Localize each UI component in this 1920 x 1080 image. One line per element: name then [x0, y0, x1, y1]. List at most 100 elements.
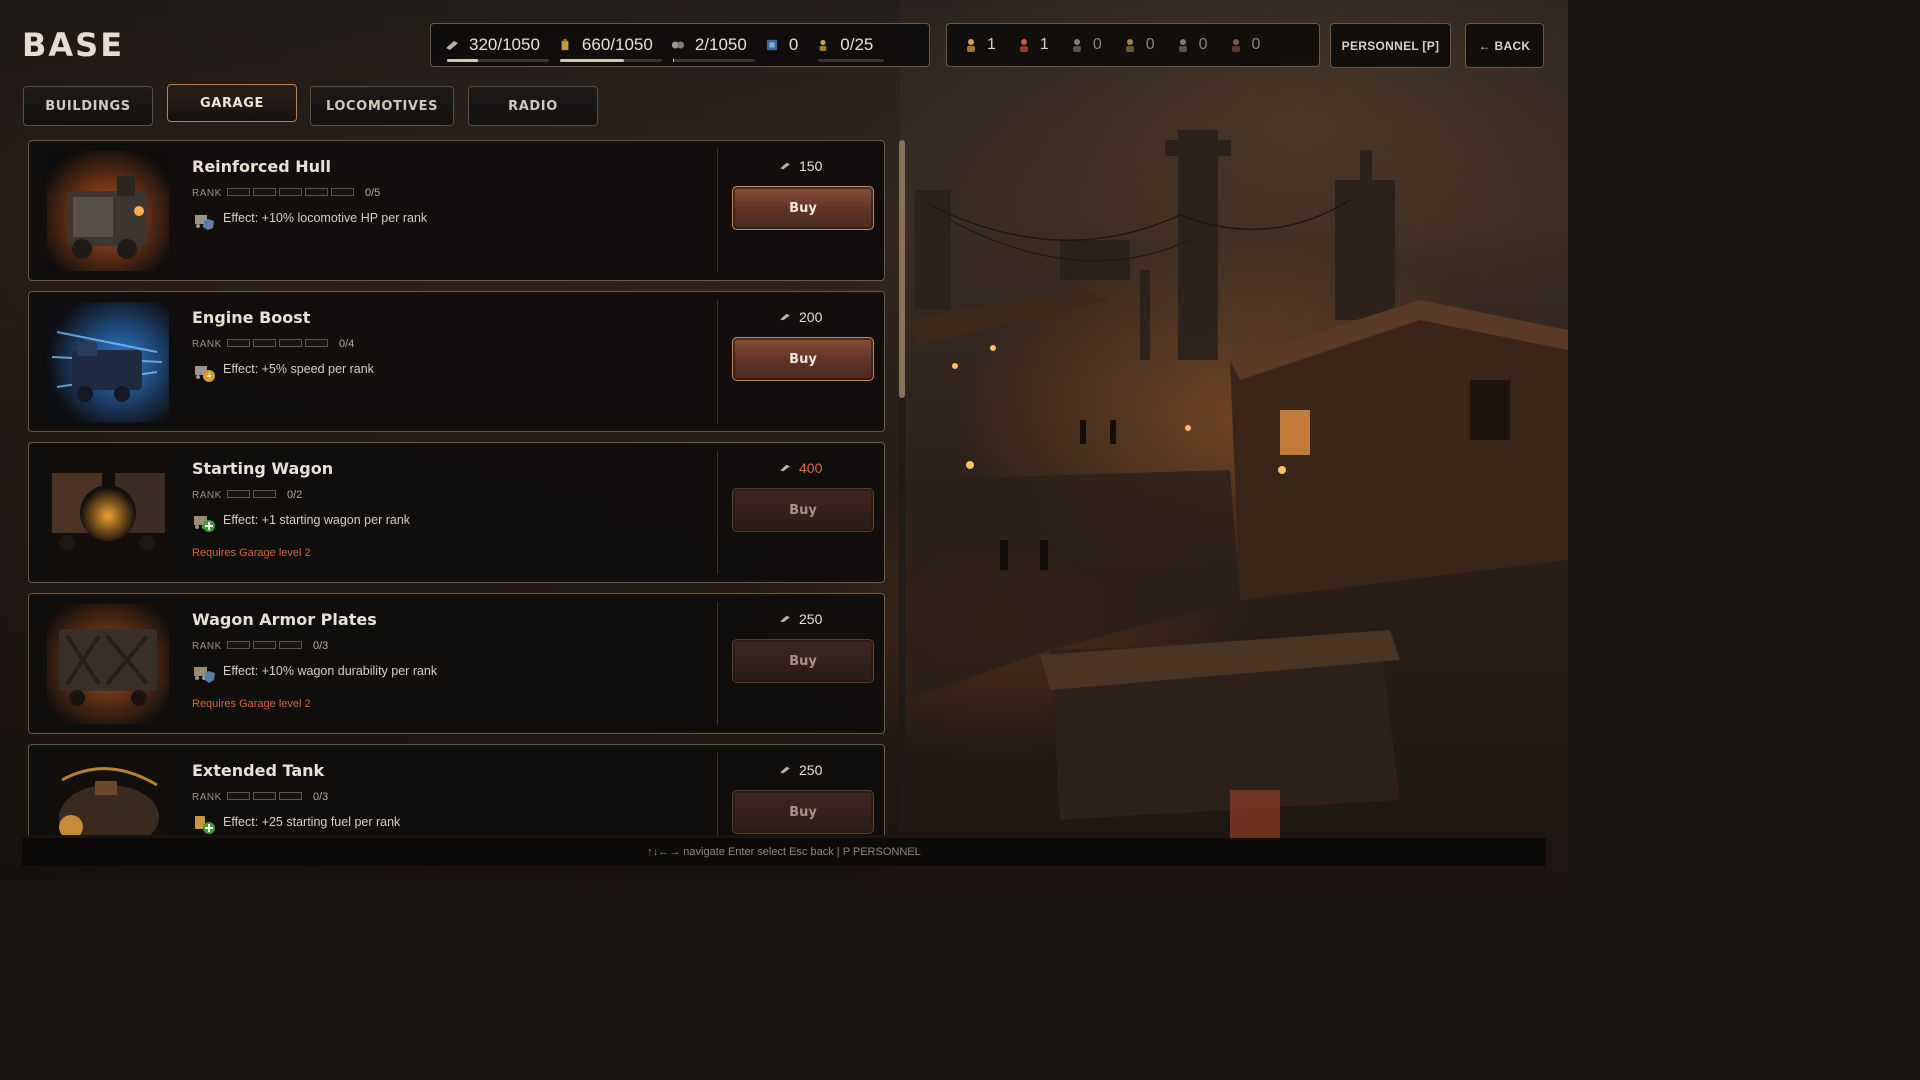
crew-mechanic[interactable]: 0	[1230, 36, 1261, 54]
upgrade-card-wagon-armor-plates[interactable]: Wagon Armor Plates RANK 0/3 Effect: +10%…	[28, 593, 885, 734]
crystal-icon	[766, 39, 777, 51]
crew-medic[interactable]: 1	[1018, 36, 1049, 54]
resource-population: 0/25	[816, 24, 885, 66]
upgrade-card-engine-boost[interactable]: Engine Boost RANK 0/4 Effect: +5% speed …	[28, 291, 885, 432]
resource-population-value: 0/25	[840, 35, 874, 54]
scrap-icon	[446, 41, 458, 50]
crew-worker[interactable]: 1	[965, 36, 996, 54]
upgrade-requirement: Requires Garage level 2	[192, 547, 311, 559]
tab-radio[interactable]: RADIO	[468, 86, 598, 126]
crew-medic-count: 1	[1039, 36, 1049, 53]
rank-value: 0/3	[313, 791, 329, 803]
card-divider	[717, 451, 718, 574]
tab-garage[interactable]: GARAGE	[167, 84, 297, 122]
buy-button[interactable]: Buy	[732, 337, 874, 381]
crew-mechanic-count: 0	[1251, 36, 1261, 53]
crew-mechanic-icon	[1231, 39, 1240, 52]
resource-parts: 2/1050	[671, 24, 755, 66]
card-divider	[717, 602, 718, 725]
buy-button[interactable]: Buy	[732, 186, 874, 230]
rank-value: 0/2	[287, 489, 303, 501]
rank-pip	[253, 339, 276, 347]
resource-bar: 320/1050 660/1050 2/1050 0 0/25	[430, 23, 930, 67]
rank-pip	[305, 339, 328, 347]
scrap-icon	[780, 766, 790, 774]
price-value: 250	[799, 762, 823, 778]
tab-buildings[interactable]: BUILDINGS	[23, 86, 153, 126]
parts-icon	[671, 41, 684, 49]
crew-scout-count: 0	[1198, 36, 1208, 53]
tab-locomotives[interactable]: LOCOMOTIVES	[310, 86, 454, 126]
locomotive-bolt-icon	[195, 366, 215, 382]
locomotive-shield-icon	[195, 215, 214, 230]
personnel-button[interactable]: PERSONNEL [P]	[1330, 23, 1451, 68]
scrap-icon	[780, 313, 790, 321]
buy-button[interactable]: Buy	[732, 639, 874, 683]
upgrade-effect: Effect: +10% locomotive HP per rank	[223, 211, 428, 225]
crew-engineer-count: 0	[1145, 36, 1155, 53]
back-button[interactable]: ← BACK	[1465, 23, 1544, 68]
rank-pips	[227, 339, 331, 347]
upgrade-price: 250	[779, 611, 822, 627]
population-icon	[819, 39, 827, 51]
scrap-icon	[780, 615, 790, 623]
crew-worker-count: 1	[987, 36, 996, 53]
crew-scout[interactable]: 0	[1177, 36, 1208, 54]
upgrade-effect: Effect: +10% wagon durability per rank	[223, 664, 438, 678]
scrap-icon	[780, 464, 790, 472]
upgrade-price: 400	[779, 460, 822, 476]
upgrade-effect: Effect: +25 starting fuel per rank	[223, 815, 401, 829]
scrollbar-thumb[interactable]	[899, 140, 905, 398]
rank-pip	[227, 188, 250, 196]
rank-value: 0/4	[339, 338, 355, 350]
fuel-tank-image	[47, 755, 169, 835]
wagon-shield-icon	[194, 667, 215, 683]
upgrade-name: Extended Tank	[192, 761, 325, 780]
rank-label: RANK	[192, 188, 222, 199]
resource-fuel: 660/1050	[558, 24, 662, 66]
rank-pips	[227, 490, 279, 498]
page-title: BASE	[22, 26, 125, 64]
rank-pip	[253, 188, 276, 196]
buy-button[interactable]: Buy	[732, 790, 874, 834]
price-value: 150	[799, 158, 823, 174]
list-scrollbar[interactable]	[899, 140, 905, 833]
blue-speed-locomotive-image	[47, 302, 169, 422]
crew-engineer[interactable]: 0	[1124, 36, 1155, 54]
crew-scout-icon	[1178, 39, 1187, 52]
rank-pip	[227, 641, 250, 649]
upgrade-name: Engine Boost	[192, 308, 311, 327]
price-value: 200	[799, 309, 823, 325]
upgrade-effect: Effect: +5% speed per rank	[223, 362, 374, 376]
upgrade-card-reinforced-hull[interactable]: Reinforced Hull RANK 0/5 Effect: +10% lo…	[28, 140, 885, 281]
upgrade-name: Starting Wagon	[192, 459, 334, 478]
fuel-icon	[561, 39, 569, 51]
resource-fuel-bar	[559, 59, 662, 62]
buy-button[interactable]: Buy	[732, 488, 874, 532]
resource-crystal: 0	[765, 24, 798, 66]
rank-pips	[227, 641, 305, 649]
rank-pips	[227, 188, 357, 196]
rank-label: RANK	[192, 641, 222, 652]
rank-pip	[279, 339, 302, 347]
upgrade-requirement: Requires Garage level 2	[192, 698, 311, 710]
crew-worker-icon	[967, 39, 975, 52]
upgrade-name: Reinforced Hull	[192, 157, 331, 176]
upgrade-card-extended-tank[interactable]: Extended Tank RANK 0/3 Effect: +25 start…	[28, 744, 885, 835]
armored-wagon-image	[47, 604, 169, 724]
rank-pip	[227, 339, 250, 347]
rank-pip	[305, 188, 328, 196]
card-divider	[717, 753, 718, 835]
upgrade-list[interactable]: Reinforced Hull RANK 0/5 Effect: +10% lo…	[28, 140, 885, 835]
upgrade-card-starting-wagon[interactable]: Starting Wagon RANK 0/2 Effect: +1 start…	[28, 442, 885, 583]
rank-pip	[253, 641, 276, 649]
crew-soldier[interactable]: 0	[1071, 36, 1102, 54]
rank-label: RANK	[192, 792, 222, 803]
resource-scrap: 320/1050	[445, 24, 549, 66]
rank-pips	[227, 792, 305, 800]
rank-value: 0/3	[313, 640, 329, 652]
rank-pip	[253, 490, 276, 498]
rank-value: 0/5	[365, 187, 381, 199]
upgrade-effect: Effect: +1 starting wagon per rank	[223, 513, 411, 527]
rank-label: RANK	[192, 339, 222, 350]
